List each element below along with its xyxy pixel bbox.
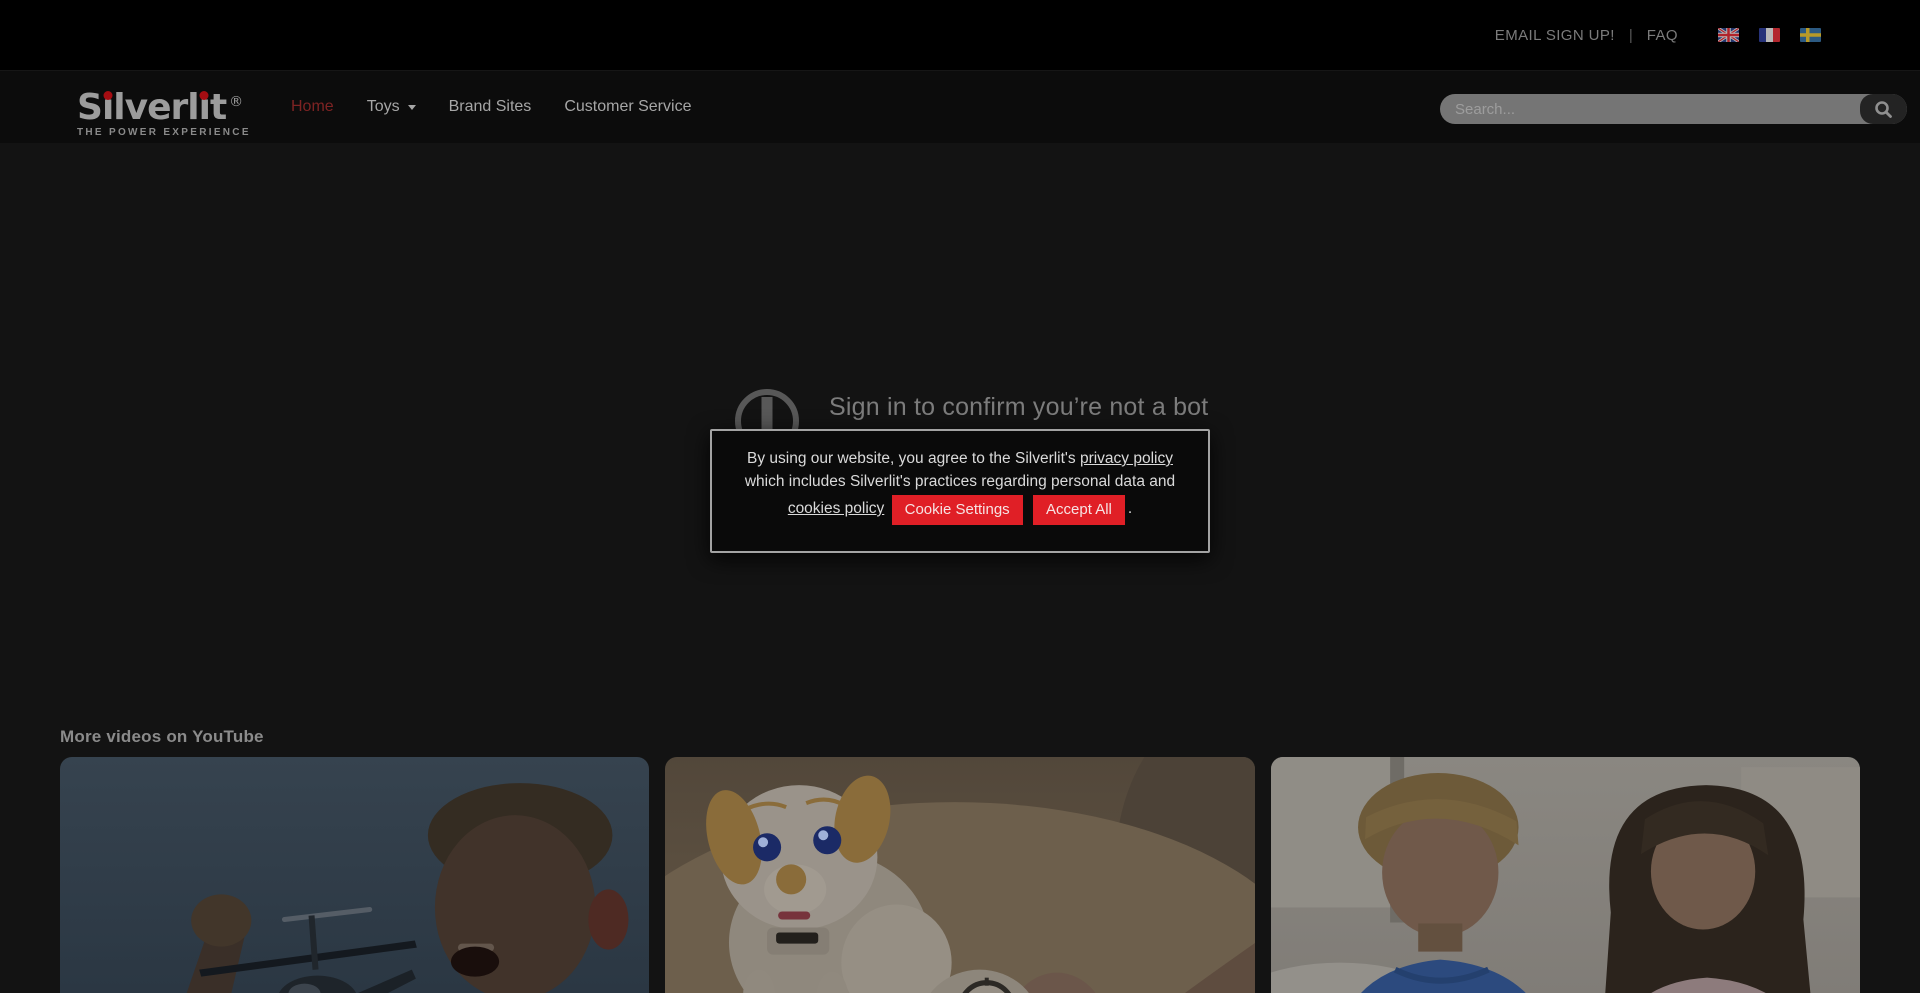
site-header: Sılverlıt® THE POWER EXPERIENCE Home Toy… <box>0 70 1920 143</box>
thumbnail-image-two-kids <box>1271 757 1860 993</box>
faq-link[interactable]: FAQ <box>1647 27 1678 44</box>
cookies-policy-link[interactable]: cookies policy <box>788 500 885 517</box>
top-utility-bar: EMAIL SIGN UP! | FAQ <box>0 0 1920 70</box>
cookie-settings-button[interactable]: Cookie Settings <box>892 495 1023 525</box>
logo-wordmark: Sılverlıt® <box>77 85 251 125</box>
topbar-separator: | <box>1629 27 1633 44</box>
logo-letter: t <box>210 87 226 128</box>
search-icon <box>1874 100 1893 119</box>
privacy-policy-link[interactable]: privacy policy <box>1080 450 1173 467</box>
search-button[interactable] <box>1860 94 1907 124</box>
video-thumbnail-helicopter[interactable] <box>60 757 649 993</box>
search-input[interactable] <box>1440 94 1907 124</box>
nav-item-home[interactable]: Home <box>291 98 334 116</box>
chevron-down-icon <box>408 105 416 110</box>
nav-item-label: Toys <box>367 98 400 116</box>
video-thumbnail-robot-dog[interactable] <box>665 757 1254 993</box>
thumbnail-image-helicopter-boy <box>60 757 649 993</box>
silverlit-logo[interactable]: Sılverlıt® THE POWER EXPERIENCE <box>77 85 251 138</box>
main-nav: Home Toys Brand Sites Customer Service <box>291 71 691 143</box>
video-thumbnail-row <box>60 757 1860 993</box>
logo-red-dot <box>103 91 112 100</box>
registered-trademark-symbol: ® <box>229 94 242 110</box>
cookie-consent-dialog: By using our website, you agree to the S… <box>710 429 1210 553</box>
logo-tagline: THE POWER EXPERIENCE <box>77 127 251 138</box>
accept-all-button[interactable]: Accept All <box>1033 495 1125 525</box>
france-flag-icon[interactable] <box>1759 28 1780 42</box>
language-switcher <box>1718 28 1821 42</box>
cookie-text: which includes Silverlit's practices reg… <box>745 473 1175 490</box>
nav-item-brand-sites[interactable]: Brand Sites <box>449 98 532 116</box>
cookie-text: . <box>1128 500 1132 517</box>
video-thumbnail-kids[interactable] <box>1271 757 1860 993</box>
nav-item-toys[interactable]: Toys <box>367 98 416 116</box>
email-signup-link[interactable]: EMAIL SIGN UP! <box>1495 27 1615 44</box>
sweden-flag-icon[interactable] <box>1800 28 1821 42</box>
cookie-text: By using our website, you agree to the S… <box>747 450 1080 467</box>
logo-letter: lverl <box>113 87 198 128</box>
uk-flag-icon[interactable] <box>1718 28 1739 42</box>
nav-item-customer-service[interactable]: Customer Service <box>564 98 691 116</box>
more-videos-heading: More videos on YouTube <box>60 727 264 747</box>
logo-red-dot <box>200 91 209 100</box>
thumbnail-image-robot-dog <box>665 757 1254 993</box>
logo-letter: S <box>77 87 102 128</box>
search-bar <box>1440 94 1907 124</box>
